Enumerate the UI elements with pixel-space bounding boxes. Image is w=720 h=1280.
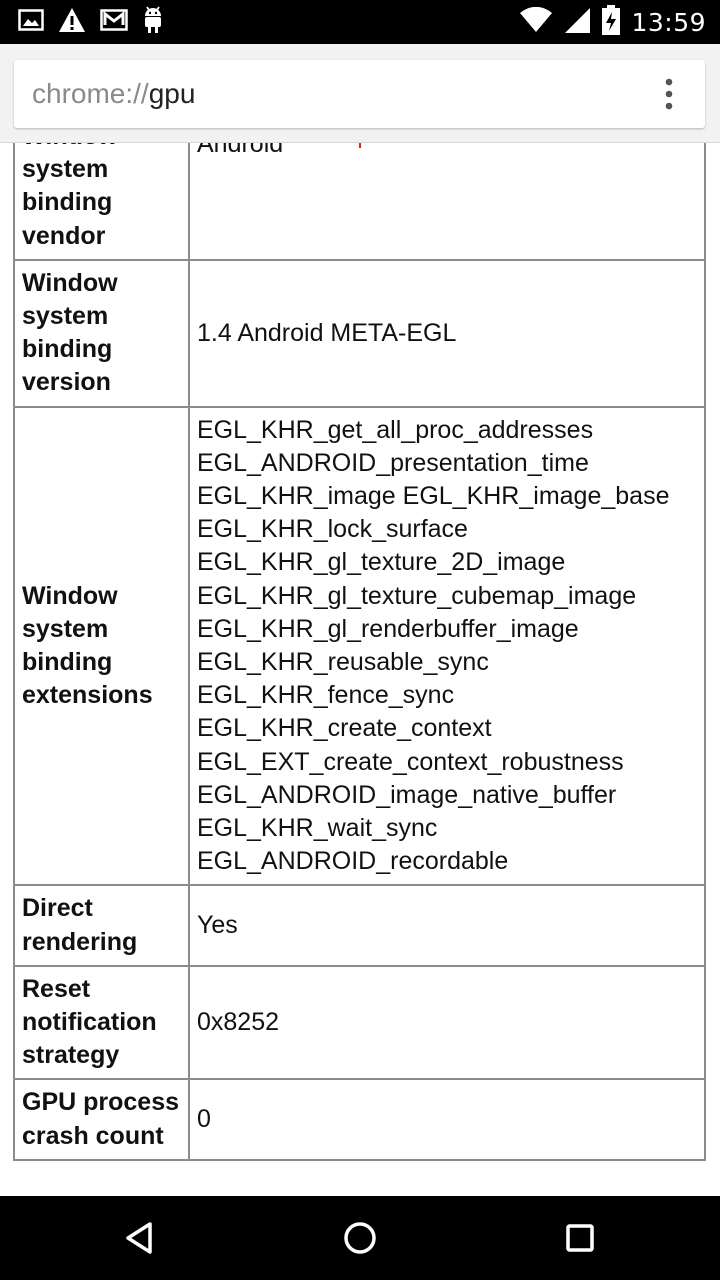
battery-charging-icon [601,4,621,40]
overflow-menu-button[interactable] [651,72,687,116]
wifi-icon [519,6,553,37]
table-row: Window system binding version 1.4 Androi… [13,258,706,408]
row-value: 0 [188,1078,706,1161]
row-value: Android [188,143,706,261]
back-button[interactable] [116,1214,164,1262]
table-row: Window system binding extensions EGL_KHR… [13,405,706,887]
table-row: GPU process crash count 0 [13,1078,706,1161]
clock: 13:59 [631,7,706,37]
overflow-menu-icon [651,78,687,120]
image-icon [18,9,44,35]
address-bar[interactable]: chrome://gpu [14,60,705,128]
row-label: Window system binding vendor [13,143,190,261]
row-value: EGL_KHR_get_all_proc_addresses EGL_ANDRO… [188,405,706,887]
navigation-bar [0,1196,720,1280]
row-value: 1.4 Android META-EGL [188,258,706,408]
driver-info-table: Window system binding vendor Android Win… [13,143,706,1161]
android-icon [142,5,164,39]
row-label: Reset notification strategy [13,964,190,1081]
url-host: gpu [148,78,196,109]
back-icon [116,1222,164,1266]
home-icon [336,1222,384,1266]
table-row: Reset notification strategy 0x8252 [13,964,706,1081]
url-scheme: chrome:// [32,78,149,109]
recents-button[interactable] [556,1214,604,1262]
page-content[interactable]: Window system binding vendor Android Win… [0,143,720,1196]
warning-icon [58,7,86,37]
row-label: GPU process crash count [13,1078,190,1161]
row-label: Window system binding extensions [13,405,190,887]
row-label: Direct rendering [13,884,190,967]
browser-toolbar: chrome://gpu [0,44,720,143]
recents-icon [556,1224,604,1266]
system-icons: 13:59 [519,4,706,40]
row-label: Window system binding version [13,258,190,408]
notification-icons [18,5,164,39]
url-text[interactable]: chrome://gpu [32,60,195,128]
signal-icon [563,6,591,38]
table-row: Direct rendering Yes [13,884,706,967]
home-button[interactable] [336,1214,384,1262]
gmail-icon [100,8,128,36]
row-value: Yes [188,884,706,967]
status-bar: 13:59 [0,0,720,44]
row-value: 0x8252 [188,964,706,1081]
table-row: Window system binding vendor Android [13,143,706,261]
